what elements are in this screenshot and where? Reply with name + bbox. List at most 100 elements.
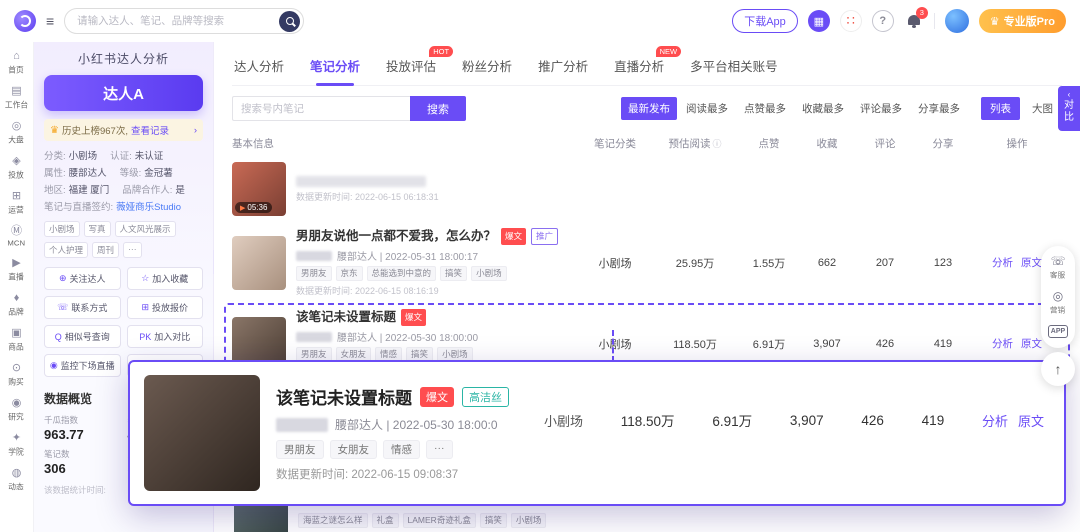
note-tag[interactable]: 海蓝之谜怎么样 xyxy=(298,513,368,528)
promotion-badge: 推广 xyxy=(531,228,559,245)
note-title[interactable]: 该笔记未设置标题 xyxy=(276,384,412,409)
note-tag[interactable]: ··· xyxy=(426,440,453,459)
customer-service-button[interactable]: ☏ 客服 xyxy=(1049,255,1066,281)
marketing-button[interactable]: ◎ 营销 xyxy=(1049,290,1066,316)
sort-most-read[interactable]: 阅读最多 xyxy=(679,97,735,120)
follow-button[interactable]: ⊕ 关注达人 xyxy=(44,267,121,290)
profile-tag[interactable]: 周刊 xyxy=(92,242,120,258)
rail-item-live[interactable]: ▶ 直播 xyxy=(0,253,33,288)
global-search-button[interactable] xyxy=(279,10,301,32)
quote-button[interactable]: ⊞ 投放报价 xyxy=(126,296,203,319)
rail-item-brand[interactable]: ♦ 品牌 xyxy=(0,288,33,323)
monitor-live-button[interactable]: ◉ 监控下场直播 xyxy=(44,354,121,377)
rail-item-home[interactable]: ⌂ 首页 xyxy=(0,46,33,81)
note-tag[interactable]: 男朋友 xyxy=(276,440,324,459)
dock-label: 营销 xyxy=(1050,305,1066,315)
profile-tag[interactable]: 个人护理 xyxy=(44,242,89,258)
profile-tag[interactable]: 人文风光展示 xyxy=(114,221,176,237)
history-text: 历史上榜967次, xyxy=(61,126,128,137)
note-thumbnail-large[interactable] xyxy=(144,375,260,491)
sort-most-shared[interactable]: 分享最多 xyxy=(911,97,967,120)
avatar[interactable] xyxy=(944,9,969,33)
tab-influencer-analysis[interactable]: 达人分析 xyxy=(234,56,284,75)
apps-icon[interactable]: ∷ xyxy=(839,10,862,32)
profile-tag[interactable]: ··· xyxy=(123,242,142,258)
note-tag[interactable]: 情感 xyxy=(383,440,420,459)
analyze-link[interactable]: 分析 xyxy=(992,255,1013,270)
rail-item-academy[interactable]: ✦ 学院 xyxy=(0,428,33,463)
note-thumbnail[interactable]: ▶ 05:36 xyxy=(232,162,286,216)
info-icon[interactable]: ⓘ xyxy=(712,139,721,149)
pro-button[interactable]: ♛ 专业版Pro xyxy=(978,9,1066,33)
note-search-button[interactable]: 搜索 xyxy=(410,96,466,121)
global-search-input[interactable] xyxy=(77,15,274,27)
tab-placement-evaluation[interactable]: 投放评估 HOT xyxy=(386,46,454,75)
rail-item-research[interactable]: ◉ 研究 xyxy=(0,393,33,428)
sort-latest[interactable]: 最新发布 xyxy=(621,97,677,120)
tab-live-analysis[interactable]: 直播分析 NEW xyxy=(614,46,682,75)
compare-drawer-tab[interactable]: ‹ 对比 xyxy=(1058,86,1080,131)
rail-item-feed[interactable]: ◍ 动态 xyxy=(0,463,33,498)
sort-most-liked[interactable]: 点赞最多 xyxy=(737,97,793,120)
original-link[interactable]: 原文 xyxy=(1018,411,1044,430)
sort-most-collected[interactable]: 收藏最多 xyxy=(795,97,851,120)
note-tag[interactable]: 搞笑 xyxy=(440,266,468,281)
history-link[interactable]: 查看记录 xyxy=(131,123,169,137)
sidebar-toggle-icon[interactable]: ≡ xyxy=(46,13,54,29)
note-search-input[interactable] xyxy=(232,96,410,121)
note-tag[interactable]: LAMER奇迹礼盒 xyxy=(402,513,476,528)
similar-accounts-button[interactable]: Q 相似号查询 xyxy=(44,325,121,348)
app-download-button[interactable]: APP xyxy=(1047,325,1069,339)
tab-note-analysis[interactable]: 笔记分析 xyxy=(310,56,360,86)
favorite-button[interactable]: ☆ 加入收藏 xyxy=(126,267,203,290)
rail-item-market[interactable]: ◎ 大盘 xyxy=(0,116,33,151)
tab-promotion-analysis[interactable]: 推广分析 xyxy=(538,56,588,75)
rail-item-goods[interactable]: ▣ 商品 xyxy=(0,323,33,358)
tab-label: 多平台相关账号 xyxy=(690,60,778,74)
notifications-button[interactable]: 3 xyxy=(904,7,928,31)
rail-item-placement[interactable]: ◈ 投放 xyxy=(0,151,33,186)
tab-label: 直播分析 xyxy=(614,60,665,74)
note-tag[interactable]: 小剧场 xyxy=(471,266,507,281)
analyze-link[interactable]: 分析 xyxy=(992,336,1013,351)
analyze-link[interactable]: 分析 xyxy=(982,411,1008,430)
note-tag[interactable]: 男朋友 xyxy=(296,266,332,281)
view-list-button[interactable]: 列表 xyxy=(981,97,1020,120)
note-title-link[interactable]: 该笔记未设置标题 xyxy=(296,310,396,325)
influencer-name-button[interactable]: 达人A xyxy=(44,75,203,111)
monitor-icon: ◉ xyxy=(49,360,58,370)
note-thumbnail[interactable] xyxy=(234,502,288,532)
rail-item-purchase[interactable]: ⊙ 购买 xyxy=(0,358,33,393)
note-tag[interactable]: 总能选到中意的 xyxy=(366,266,437,281)
tab-fans-analysis[interactable]: 粉丝分析 xyxy=(462,56,512,75)
note-thumbnail[interactable] xyxy=(232,235,286,290)
note-title-link[interactable]: 男朋友说他一点都不爱我，怎么办？ xyxy=(296,229,496,244)
note-tag[interactable]: 女朋友 xyxy=(329,440,377,459)
note-row-partial: 海蓝之谜怎么样 礼盒 LAMER奇迹礼盒 搞笑 小剧场 xyxy=(234,502,547,532)
profile-tag[interactable]: 写真 xyxy=(83,221,111,237)
note-tag[interactable]: 礼盒 xyxy=(371,513,399,528)
pk-compare-button[interactable]: PK 加入对比 xyxy=(126,325,203,348)
original-link[interactable]: 原文 xyxy=(1021,336,1042,351)
tab-multi-platform[interactable]: 多平台相关账号 xyxy=(690,56,778,75)
mcn-link[interactable]: 薇娅商乐Studio xyxy=(116,199,181,216)
update-time: 数据更新时间: 2022-06-15 09:08:37 xyxy=(276,469,459,481)
help-icon[interactable]: ? xyxy=(871,10,894,32)
note-tag[interactable]: 小剧场 xyxy=(510,513,547,528)
app-logo-icon[interactable] xyxy=(14,10,36,32)
sort-most-commented[interactable]: 评论最多 xyxy=(853,97,909,120)
original-link[interactable]: 原文 xyxy=(1021,255,1042,270)
rail-item-mcn[interactable]: Ⓜ MCN xyxy=(0,221,33,253)
view-grid-button[interactable]: 大图 xyxy=(1023,97,1062,120)
download-app-button[interactable]: 下载App xyxy=(732,9,798,33)
products-grid-icon[interactable]: ▦ xyxy=(807,10,830,32)
profile-tag[interactable]: 小剧场 xyxy=(44,221,80,237)
back-to-top-button[interactable]: ↑ xyxy=(1041,352,1075,386)
rail-item-workbench[interactable]: ▤ 工作台 xyxy=(0,81,33,116)
profile-line: 地区: 福建 厦门 品牌合作人: 是 xyxy=(44,182,203,199)
rail-item-operation[interactable]: ⊞ 运营 xyxy=(0,186,33,221)
contact-button[interactable]: ☏ 联系方式 xyxy=(44,296,121,319)
ranking-history[interactable]: ♛ 历史上榜967次, 查看记录 › xyxy=(44,119,203,141)
note-tag[interactable]: 搞笑 xyxy=(479,513,507,528)
note-tag[interactable]: 京东 xyxy=(335,266,363,281)
